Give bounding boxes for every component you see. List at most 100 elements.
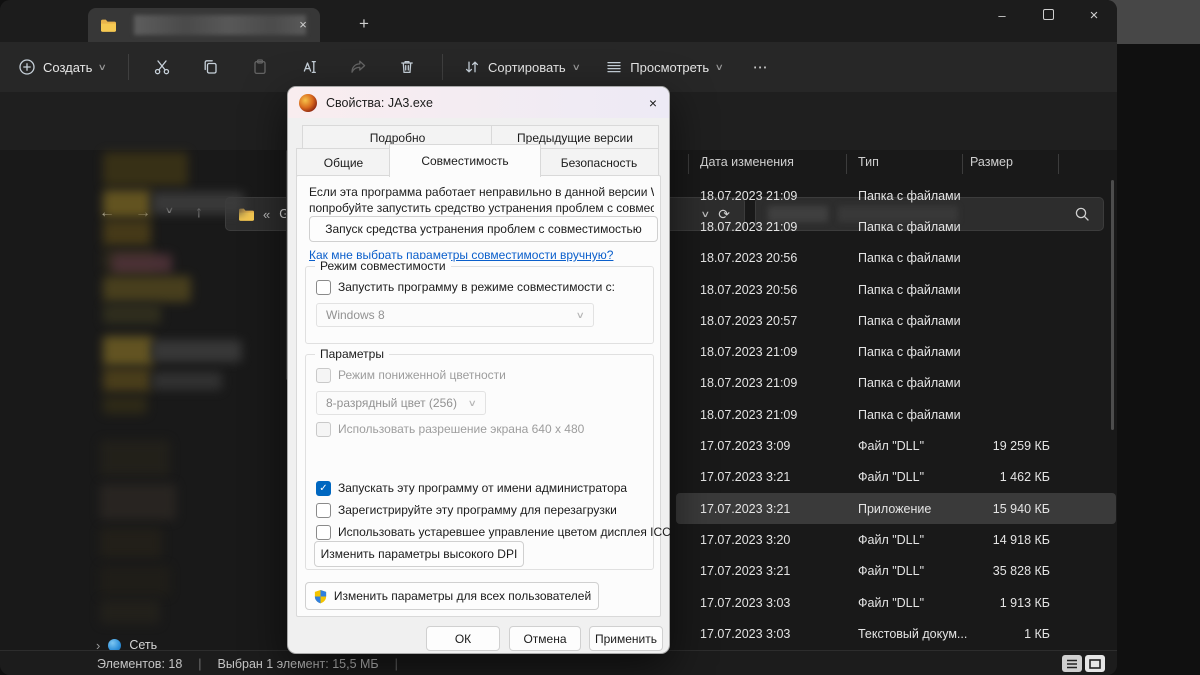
rename-icon[interactable]	[300, 58, 318, 76]
group-title: Параметры	[315, 347, 389, 361]
cut-icon[interactable]	[153, 58, 171, 76]
table-row[interactable]: 18.07.2023 20:56 Папка с файлами	[676, 274, 1116, 305]
checkbox-checked[interactable]: ✓	[316, 480, 331, 496]
cell-date: 17.07.2023 3:21	[700, 501, 791, 516]
os-dropdown[interactable]: Windows 8 ∨	[316, 303, 594, 327]
table-row[interactable]: 17.07.2023 3:21 Приложение 15 940 КБ	[676, 492, 1116, 525]
sidebar-censored-item	[152, 340, 242, 362]
chevron-down-icon: ∨	[98, 61, 108, 72]
cell-size: 15 940 КБ	[992, 501, 1050, 516]
table-row[interactable]: 18.07.2023 20:56 Папка с файлами	[676, 243, 1116, 274]
cell-type: Папка с файлами	[858, 219, 961, 234]
cell-date: 18.07.2023 20:56	[700, 282, 798, 297]
view-button[interactable]: Просмотреть ∨	[605, 58, 724, 76]
table-row[interactable]: 17.07.2023 3:21 Файл "DLL" 1 462 КБ	[676, 462, 1116, 493]
sidebar-censored-item	[103, 276, 191, 302]
checkbox-unchecked[interactable]	[316, 421, 331, 437]
column-header-date[interactable]: Дата изменения	[700, 155, 794, 169]
checkbox-unchecked[interactable]	[316, 502, 331, 518]
cancel-button[interactable]: Отмена	[509, 626, 581, 651]
create-button[interactable]: Создать ∨	[18, 58, 108, 76]
more-icon[interactable]: ⋯	[753, 58, 769, 76]
color-depth-dropdown[interactable]: 8-разрядный цвет (256) ∨	[316, 391, 486, 415]
table-row[interactable]: 18.07.2023 21:09 Папка с файлами	[676, 368, 1116, 399]
table-row[interactable]: 17.07.2023 3:03 Файл "DLL" 1 913 КБ	[676, 587, 1116, 618]
table-row[interactable]: 17.07.2023 3:03 Текстовый докум... 1 КБ	[676, 618, 1116, 649]
compatibility-tab-page: Если эта программа работает неправильно …	[296, 175, 671, 617]
checkbox-unchecked[interactable]	[316, 524, 331, 540]
sidebar-censored-item	[152, 372, 222, 390]
tab-close-icon[interactable]: ×	[294, 16, 312, 34]
dialog-title-bar[interactable]: Свойства: JA3.exe ×	[288, 87, 669, 118]
table-row[interactable]: 18.07.2023 20:57 Папка с файлами	[676, 305, 1116, 336]
run-in-compat-checkbox-row[interactable]: Запустить программу в режиме совместимос…	[316, 279, 615, 295]
legacy-icc-checkbox-row[interactable]: Использовать устаревшее управление цвето…	[316, 524, 671, 540]
copy-icon[interactable]	[202, 58, 220, 76]
table-row[interactable]: 18.07.2023 21:09 Папка с файлами	[676, 336, 1116, 367]
paste-icon[interactable]	[251, 58, 269, 76]
minimize-icon[interactable]: –	[993, 8, 1011, 23]
table-row[interactable]: 17.07.2023 3:20 Файл "DLL" 14 918 КБ	[676, 524, 1116, 555]
cell-date: 18.07.2023 20:56	[700, 251, 798, 266]
cell-date: 18.07.2023 21:09	[700, 376, 798, 391]
column-separator[interactable]	[962, 154, 963, 174]
checkbox-label: Запустить программу в режиме совместимос…	[338, 280, 615, 294]
thumbnails-view-icon[interactable]	[1085, 655, 1105, 672]
sidebar-censored-item	[103, 304, 161, 324]
checkbox-label: Запускать эту программу от имени админис…	[338, 481, 628, 495]
cell-type: Папка с файлами	[858, 345, 961, 360]
column-header-size[interactable]: Размер	[970, 155, 1013, 169]
new-tab-button[interactable]: +	[352, 12, 376, 36]
column-separator[interactable]	[688, 154, 689, 174]
window-close-icon[interactable]: ×	[1085, 7, 1103, 24]
cell-type: Файл "DLL"	[858, 439, 925, 454]
all-users-button[interactable]: Изменить параметры для всех пользователе…	[305, 582, 599, 610]
status-separator: |	[394, 656, 398, 671]
sidebar-censored-item	[100, 566, 170, 596]
table-row[interactable]: 17.07.2023 3:21 Файл "DLL" 35 828 КБ	[676, 556, 1116, 587]
sort-button[interactable]: Сортировать ∨	[463, 58, 581, 76]
share-icon[interactable]	[349, 58, 367, 76]
dialog-close-icon[interactable]: ×	[649, 95, 657, 111]
ok-button[interactable]: ОК	[426, 626, 500, 651]
os-dropdown-value: Windows 8	[326, 308, 385, 322]
delete-icon[interactable]	[398, 58, 416, 76]
maximize-icon[interactable]	[1039, 8, 1057, 23]
tab-compatibility[interactable]: Совместимость	[389, 144, 541, 177]
apply-button[interactable]: Применить	[589, 626, 663, 651]
cell-date: 17.07.2023 3:21	[700, 564, 791, 579]
table-row[interactable]: 18.07.2023 21:09 Папка с файлами	[676, 211, 1116, 242]
run-as-admin-checkbox-row[interactable]: ✓ Запускать эту программу от имени админ…	[316, 480, 627, 496]
column-separator[interactable]	[1058, 154, 1059, 174]
table-row[interactable]: 17.07.2023 3:09 Файл "DLL" 19 259 КБ	[676, 430, 1116, 461]
checkbox-unchecked[interactable]	[316, 279, 331, 295]
reduced-color-checkbox-row[interactable]: Режим пониженной цветности	[316, 367, 506, 383]
register-restart-checkbox-row[interactable]: Зарегистрируйте эту программу для переза…	[316, 502, 617, 518]
explorer-tab[interactable]: ×	[88, 8, 320, 42]
plus-icon	[18, 58, 36, 76]
details-view-icon[interactable]	[1062, 655, 1082, 672]
cell-type: Файл "DLL"	[858, 595, 925, 610]
sidebar-censored-item	[103, 368, 151, 392]
checkbox-unchecked[interactable]	[316, 367, 331, 383]
folder-icon	[101, 19, 116, 32]
cell-type: Папка с файлами	[858, 313, 961, 328]
low-res-checkbox-row[interactable]: Использовать разрешение экрана 640 x 480	[316, 421, 584, 437]
table-row[interactable]: 18.07.2023 21:09 Папка с файлами	[676, 399, 1116, 430]
tab-security[interactable]: Безопасность	[539, 148, 659, 177]
intro-text-line2: попробуйте запустить средство устранения…	[309, 201, 654, 215]
tab-general[interactable]: Общие	[296, 148, 391, 177]
tab-title-censored	[134, 15, 306, 35]
troubleshoot-button[interactable]: Запуск средства устранения проблем с сов…	[309, 216, 658, 242]
screen: × + – × Создать ∨ Сортировать ∨ Просмотр…	[0, 0, 1200, 675]
cell-size: 19 259 КБ	[992, 439, 1050, 454]
cell-date: 17.07.2023 3:09	[700, 439, 791, 454]
cell-date: 17.07.2023 3:20	[700, 532, 791, 547]
list-scrollbar[interactable]	[1111, 180, 1114, 430]
window-controls: – ×	[993, 0, 1103, 30]
dpi-settings-button[interactable]: Изменить параметры высокого DPI	[314, 541, 524, 567]
column-header-type[interactable]: Тип	[858, 155, 879, 169]
column-separator[interactable]	[846, 154, 847, 174]
table-row[interactable]: 18.07.2023 21:09 Папка с файлами	[676, 180, 1116, 211]
cell-size: 1 913 КБ	[999, 595, 1050, 610]
